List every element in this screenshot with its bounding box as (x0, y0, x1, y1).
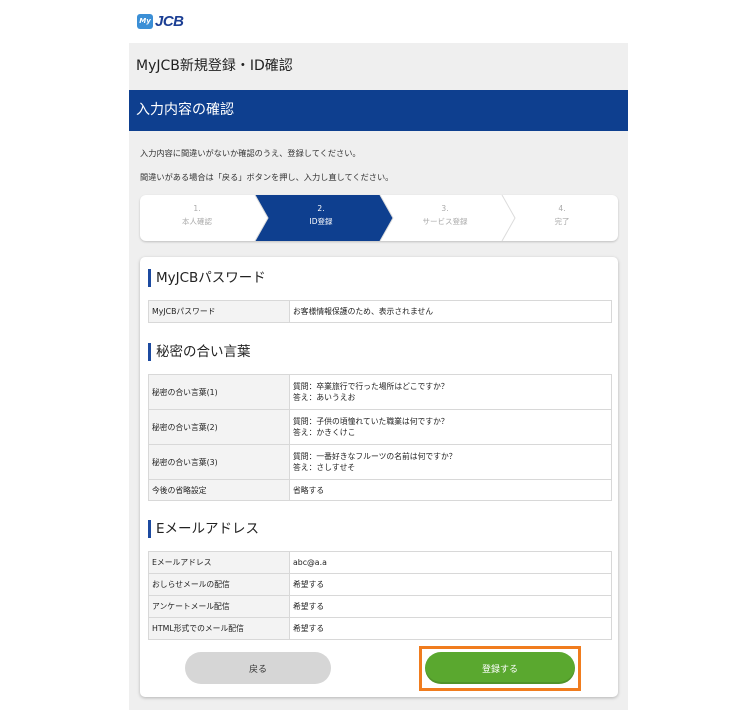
row-key: 秘密の合い言葉(1) (148, 374, 290, 410)
row-value: お客様情報保護のため、表示されません (289, 300, 612, 323)
row-key: HTML形式でのメール配信 (148, 617, 290, 640)
password-table: MyJCBパスワード お客様情報保護のため、表示されません (148, 300, 612, 323)
step-2: 2. ID登録 (309, 204, 333, 226)
row-value: 省略する (289, 479, 612, 501)
table-row: アンケートメール配信 希望する (148, 595, 612, 618)
email-table: Eメールアドレス abc@a.a おしらせメールの配信 希望する アンケートメー… (148, 551, 612, 640)
row-key: アンケートメール配信 (148, 595, 290, 618)
jcb-wordmark: JCB (155, 12, 184, 30)
main-panel: MyJCB新規登録・ID確認 入力内容の確認 入力内容に間違いがないか確認のうえ… (129, 43, 628, 710)
confirmation-card: MyJCBパスワード MyJCBパスワード お客様情報保護のため、表示されません… (140, 257, 618, 697)
page-title: MyJCB新規登録・ID確認 (136, 58, 293, 74)
row-key: MyJCBパスワード (148, 300, 290, 323)
table-row: 秘密の合い言葉(2) 質問：子供の頃憧れていた職業は何ですか？ 答え：かきくけこ (148, 409, 612, 445)
row-value: 希望する (289, 573, 612, 596)
instruction-1: 入力内容に間違いがないか確認のうえ、登録してください。 (140, 148, 361, 158)
row-key: おしらせメールの配信 (148, 573, 290, 596)
section-heading-email: Eメールアドレス (148, 520, 259, 538)
table-row: Eメールアドレス abc@a.a (148, 551, 612, 574)
row-value: 質問：一番好きなフルーツの名前は何ですか？ 答え：さしすせそ (289, 444, 612, 480)
table-row: おしらせメールの配信 希望する (148, 573, 612, 596)
row-value: 希望する (289, 617, 612, 640)
table-row: 秘密の合い言葉(1) 質問：卒業旅行で行った場所はどこですか？ 答え：あいうえお (148, 374, 612, 410)
section-title: 入力内容の確認 (129, 90, 628, 131)
step-progress: 1. 本人確認 2. ID登録 3. サービス登録 4. 完了 (140, 195, 618, 241)
row-key: Eメールアドレス (148, 551, 290, 574)
step-3: 3. サービス登録 (422, 204, 468, 226)
table-row: MyJCBパスワード お客様情報保護のため、表示されません (148, 300, 612, 323)
register-button[interactable]: 登録する (425, 652, 575, 684)
table-row: 今後の省略設定 省略する (148, 479, 612, 501)
step-4: 4. 完了 (554, 204, 570, 226)
instruction-2: 間違いがある場合は「戻る」ボタンを押し、入力し直してください。 (140, 172, 394, 182)
row-value: abc@a.a (289, 551, 612, 574)
section-heading-secret: 秘密の合い言葉 (148, 343, 251, 361)
myjcb-badge-icon: My (137, 13, 153, 29)
step-1: 1. 本人確認 (182, 204, 212, 226)
row-value: 質問：卒業旅行で行った場所はどこですか？ 答え：あいうえお (289, 374, 612, 410)
row-key: 秘密の合い言葉(3) (148, 444, 290, 480)
back-button[interactable]: 戻る (185, 652, 331, 684)
row-value: 質問：子供の頃憧れていた職業は何ですか？ 答え：かきくけこ (289, 409, 612, 445)
row-key: 今後の省略設定 (148, 479, 290, 501)
jcb-logo: My JCB (137, 12, 197, 30)
section-heading-password: MyJCBパスワード (148, 269, 266, 287)
secret-table: 秘密の合い言葉(1) 質問：卒業旅行で行った場所はどこですか？ 答え：あいうえお … (148, 374, 612, 501)
table-row: 秘密の合い言葉(3) 質問：一番好きなフルーツの名前は何ですか？ 答え：さしすせそ (148, 444, 612, 480)
table-row: HTML形式でのメール配信 希望する (148, 617, 612, 640)
row-value: 希望する (289, 595, 612, 618)
row-key: 秘密の合い言葉(2) (148, 409, 290, 445)
